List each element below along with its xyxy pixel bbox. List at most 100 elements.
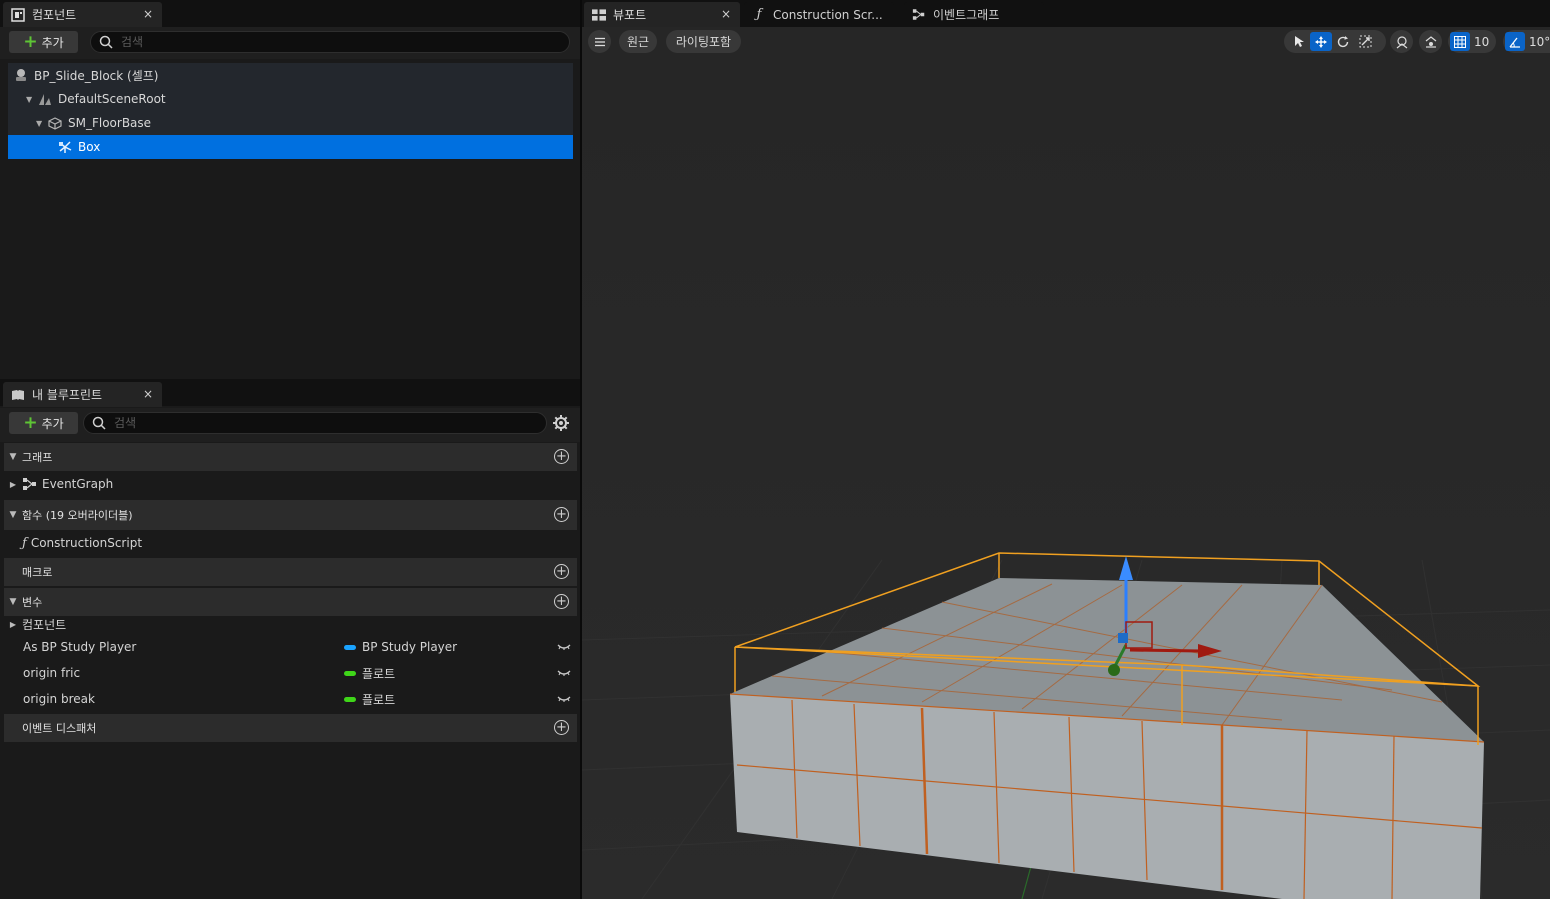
tab-viewport[interactable]: 뷰포트 × bbox=[584, 2, 740, 27]
translate-icon[interactable] bbox=[1310, 32, 1332, 51]
function-item-constructionscript[interactable]: ƒ ConstructionScript bbox=[4, 530, 577, 556]
coordinate-space-button[interactable] bbox=[1390, 30, 1413, 53]
tree-item-defaultsceneroot[interactable]: ▼ DefaultSceneRoot bbox=[8, 87, 573, 111]
section-graph[interactable]: ▼ 그래프 + bbox=[4, 443, 577, 471]
perspective-button[interactable]: 원근 bbox=[619, 30, 657, 53]
add-dispatcher-icon[interactable]: + bbox=[554, 720, 569, 735]
settings-gear-icon[interactable] bbox=[552, 414, 570, 435]
tree-item-label: BP_Slide_Block (셀프) bbox=[34, 68, 159, 83]
editor-tabstrip: 뷰포트 × ƒ Construction Scr... 이벤트그래프 bbox=[582, 0, 1550, 27]
section-functions[interactable]: ▼ 함수 (19 오버라이더블) + bbox=[4, 500, 577, 530]
hamburger-icon bbox=[594, 37, 605, 46]
blueprint-search-input[interactable] bbox=[114, 416, 514, 430]
close-icon[interactable]: × bbox=[143, 7, 153, 21]
world-space-icon bbox=[1396, 35, 1407, 48]
variable-type[interactable]: 플로트 bbox=[344, 665, 395, 682]
event-graph-icon bbox=[22, 477, 38, 491]
function-item-label: ConstructionScript bbox=[30, 536, 143, 550]
expand-arrow-icon: ▼ bbox=[26, 94, 33, 104]
tab-my-blueprint[interactable]: 내 블루프린트 × bbox=[3, 382, 162, 407]
lighting-mode-button[interactable]: 라이팅포함 bbox=[666, 30, 741, 53]
variable-row[interactable]: origin fric 플로트 bbox=[4, 660, 577, 686]
tab-viewport-label: 뷰포트 bbox=[613, 8, 647, 22]
add-blueprint-member-button[interactable]: + 추가 bbox=[9, 412, 78, 434]
function-icon: ƒ bbox=[756, 7, 762, 22]
viewport-toolbar: 원근 라이팅포함 10 10° bbox=[582, 27, 1550, 57]
perspective-label: 원근 bbox=[626, 35, 650, 49]
tree-item-box[interactable]: Box bbox=[8, 135, 573, 159]
close-icon[interactable]: × bbox=[721, 7, 731, 21]
rotation-snap-icon[interactable] bbox=[1505, 32, 1525, 51]
variable-name: As BP Study Player bbox=[23, 640, 137, 654]
section-variables-label: 변수 bbox=[22, 596, 43, 609]
graph-item-eventgraph[interactable]: ▶ EventGraph bbox=[4, 471, 577, 497]
expand-arrow-icon: ▶ bbox=[9, 479, 17, 489]
add-blueprint-label: 추가 bbox=[41, 416, 64, 431]
tree-item-self[interactable]: BP_Slide_Block (셀프) bbox=[8, 63, 573, 87]
blueprint-toolbar: + 추가 bbox=[0, 408, 580, 442]
tree-item-label: Box bbox=[78, 140, 101, 154]
variable-type-label: BP Study Player bbox=[362, 640, 458, 654]
tree-item-label: DefaultSceneRoot bbox=[58, 92, 166, 106]
type-pill-icon bbox=[344, 644, 356, 650]
add-component-button[interactable]: + 추가 bbox=[9, 31, 78, 53]
eye-closed-icon[interactable] bbox=[557, 667, 571, 680]
scale-icon[interactable] bbox=[1354, 32, 1376, 51]
viewport-menu-button[interactable] bbox=[588, 30, 611, 53]
rotation-snap-value[interactable]: 10° bbox=[1529, 35, 1550, 49]
rotation-snap-group: 10° bbox=[1503, 30, 1550, 53]
components-icon bbox=[11, 7, 25, 22]
type-pill-icon bbox=[344, 696, 356, 702]
close-icon[interactable]: × bbox=[143, 387, 153, 401]
variable-type[interactable]: 플로트 bbox=[344, 691, 395, 708]
transform-tools bbox=[1284, 30, 1386, 53]
rotate-icon[interactable] bbox=[1332, 32, 1354, 51]
plus-icon: + bbox=[23, 31, 38, 52]
select-cursor-icon[interactable] bbox=[1288, 32, 1310, 51]
add-variable-icon[interactable]: + bbox=[554, 594, 569, 609]
tab-construction-script[interactable]: ƒ Construction Scr... bbox=[744, 2, 894, 27]
gizmo-x-axis[interactable] bbox=[1129, 648, 1201, 653]
section-macros[interactable]: 매크로 + bbox=[4, 558, 577, 586]
tree-item-label: SM_FloorBase bbox=[68, 116, 152, 130]
add-macro-icon[interactable]: + bbox=[554, 564, 569, 579]
function-icon: ƒ bbox=[22, 535, 27, 551]
surface-snap-button[interactable] bbox=[1419, 30, 1442, 53]
add-function-icon[interactable]: + bbox=[554, 507, 569, 522]
type-pill-icon bbox=[344, 670, 356, 676]
viewport-area: 뷰포트 × ƒ Construction Scr... 이벤트그래프 원근 라이… bbox=[582, 0, 1550, 899]
components-search[interactable] bbox=[90, 31, 570, 53]
collapse-arrow-icon: ▼ bbox=[9, 510, 17, 520]
section-macros-label: 매크로 bbox=[22, 566, 53, 579]
variable-row[interactable]: origin break 플로트 bbox=[4, 686, 577, 712]
tab-components-label: 컴포넌트 bbox=[32, 8, 77, 22]
section-graph-label: 그래프 bbox=[22, 451, 53, 464]
plus-icon: + bbox=[23, 412, 38, 433]
expand-arrow-icon: ▶ bbox=[9, 619, 17, 629]
gizmo-y-handle-icon[interactable] bbox=[1108, 664, 1120, 676]
lighting-label: 라이팅포함 bbox=[675, 35, 732, 49]
add-component-label: 추가 bbox=[41, 35, 64, 50]
tree-item-sm-floorbase[interactable]: ▼ SM_FloorBase bbox=[8, 111, 573, 135]
variable-type[interactable]: BP Study Player bbox=[344, 640, 457, 654]
eye-closed-icon[interactable] bbox=[557, 693, 571, 706]
gizmo-center-handle[interactable] bbox=[1118, 633, 1128, 643]
collapse-arrow-icon: ▼ bbox=[9, 597, 17, 607]
section-event-dispatchers[interactable]: 이벤트 디스패처 + bbox=[4, 714, 577, 742]
component-tree: BP_Slide_Block (셀프) ▼ DefaultSceneRoot ▼… bbox=[8, 63, 573, 159]
variable-row[interactable]: As BP Study Player BP Study Player bbox=[4, 634, 577, 660]
surface-snap-icon bbox=[1425, 35, 1436, 48]
grid-snap-icon[interactable] bbox=[1450, 32, 1470, 51]
variable-category-components[interactable]: ▶ 컴포넌트 bbox=[4, 612, 577, 636]
variable-category-label: 컴포넌트 bbox=[22, 617, 67, 632]
left-column: 컴포넌트 × + 추가 BP_Slide_Block (셀프) ▼ Defaul… bbox=[0, 0, 580, 899]
blueprint-search[interactable] bbox=[83, 412, 547, 434]
eye-closed-icon[interactable] bbox=[557, 641, 571, 654]
tab-components[interactable]: 컴포넌트 × bbox=[3, 2, 162, 27]
grid-snap-value[interactable]: 10 bbox=[1474, 35, 1489, 49]
components-search-input[interactable] bbox=[121, 35, 521, 49]
add-graph-icon[interactable]: + bbox=[554, 449, 569, 464]
tab-event-graph-label: 이벤트그래프 bbox=[933, 8, 1000, 22]
tab-event-graph[interactable]: 이벤트그래프 bbox=[904, 2, 1044, 27]
viewport-3d-scene[interactable] bbox=[582, 57, 1550, 899]
